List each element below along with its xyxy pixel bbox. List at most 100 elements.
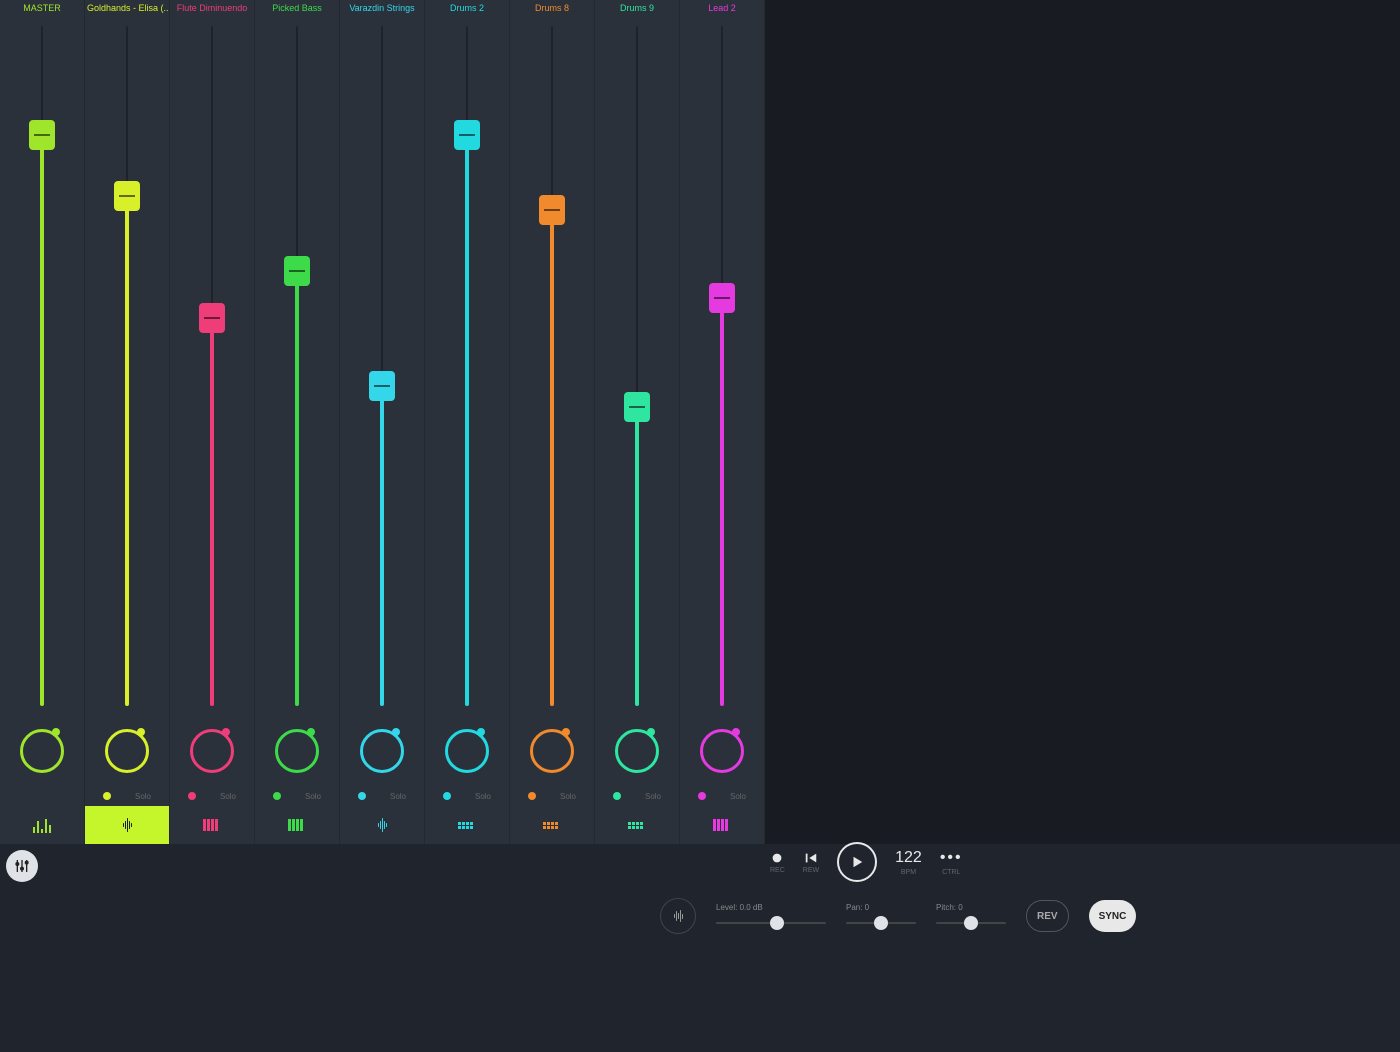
channel-type-button[interactable] xyxy=(680,806,764,844)
solo-toggle[interactable]: Solo xyxy=(135,792,151,801)
pan-knob[interactable] xyxy=(360,729,404,773)
fader-handle[interactable] xyxy=(114,181,140,211)
level-slider[interactable] xyxy=(716,916,826,930)
channel-name[interactable]: Picked Bass xyxy=(255,0,339,16)
wave-icon xyxy=(372,818,392,832)
pan-knob[interactable] xyxy=(530,729,574,773)
fader-handle[interactable] xyxy=(29,120,55,150)
channel-type-button[interactable] xyxy=(85,806,169,844)
volume-fader[interactable] xyxy=(680,16,764,716)
channel-type-button[interactable] xyxy=(425,806,509,844)
channel-name[interactable]: Lead 2 xyxy=(680,0,764,16)
transport-bar: REC REW 122 BPM ••• CTRL xyxy=(0,844,1400,1052)
mute-toggle[interactable] xyxy=(103,792,111,800)
channel-strip: Goldhands - Elisa (...ocal) Solo xyxy=(85,0,170,844)
volume-fader[interactable] xyxy=(170,16,254,716)
channel-type-button[interactable] xyxy=(340,806,424,844)
sliders-icon xyxy=(14,858,30,874)
levels-icon xyxy=(32,817,52,833)
bpm-label: BPM xyxy=(901,869,916,876)
rewind-button[interactable]: REW xyxy=(803,851,819,874)
rewind-label: REW xyxy=(803,867,819,874)
fader-handle[interactable] xyxy=(284,256,310,286)
pan-label: Pan: 0 xyxy=(846,903,869,912)
mute-solo-row: Solo xyxy=(595,786,679,806)
fader-handle[interactable] xyxy=(369,371,395,401)
channel-name[interactable]: Drums 2 xyxy=(425,0,509,16)
volume-fader[interactable] xyxy=(255,16,339,716)
pan-knob[interactable] xyxy=(615,729,659,773)
reverse-toggle[interactable]: REV xyxy=(1026,900,1069,932)
fader-handle[interactable] xyxy=(199,303,225,333)
solo-toggle[interactable]: Solo xyxy=(220,792,236,801)
pan-slider-group: Pan: 0 xyxy=(846,903,916,930)
volume-fader[interactable] xyxy=(340,16,424,716)
fader-handle[interactable] xyxy=(454,120,480,150)
mute-toggle[interactable] xyxy=(528,792,536,800)
pan-knob[interactable] xyxy=(190,729,234,773)
mute-toggle[interactable] xyxy=(698,792,706,800)
ctrl-menu-button[interactable]: ••• CTRL xyxy=(940,849,963,876)
bpm-value: 122 xyxy=(895,849,922,867)
pitch-label: Pitch: 0 xyxy=(936,903,963,912)
solo-toggle[interactable]: Solo xyxy=(390,792,406,801)
solo-toggle[interactable]: Solo xyxy=(645,792,661,801)
channel-name[interactable]: Drums 8 xyxy=(510,0,594,16)
solo-toggle[interactable]: Solo xyxy=(475,792,491,801)
solo-toggle[interactable]: Solo xyxy=(730,792,746,801)
pan-knob[interactable] xyxy=(275,729,319,773)
record-icon xyxy=(770,851,784,865)
knob-indicator xyxy=(52,728,60,736)
transport-controls: REC REW 122 BPM ••• CTRL xyxy=(770,842,963,882)
fader-handle[interactable] xyxy=(539,195,565,225)
channel-type-button[interactable] xyxy=(595,806,679,844)
channel-type-button[interactable] xyxy=(255,806,339,844)
solo-toggle[interactable]: Solo xyxy=(305,792,321,801)
channel-name[interactable]: Flute Diminuendo xyxy=(170,0,254,16)
channel-name[interactable]: Goldhands - Elisa (...ocal) xyxy=(85,0,169,16)
fader-handle[interactable] xyxy=(709,283,735,313)
record-button[interactable]: REC xyxy=(770,851,785,874)
mute-toggle[interactable] xyxy=(613,792,621,800)
empty-mixer-area xyxy=(765,0,1400,844)
mute-solo-row: Solo xyxy=(85,786,169,806)
pan-knob[interactable] xyxy=(105,729,149,773)
knob-indicator xyxy=(732,728,740,736)
pan-slider[interactable] xyxy=(846,916,916,930)
wave-icon xyxy=(668,910,688,922)
volume-fader[interactable] xyxy=(85,16,169,716)
channel-name[interactable]: Drums 9 xyxy=(595,0,679,16)
sync-toggle[interactable]: SYNC xyxy=(1089,900,1137,932)
volume-fader[interactable] xyxy=(595,16,679,716)
channel-strip: Flute Diminuendo Solo xyxy=(170,0,255,844)
channel-name[interactable]: Varazdin Strings xyxy=(340,0,424,16)
channel-type-button[interactable] xyxy=(0,806,84,844)
volume-fader[interactable] xyxy=(510,16,594,716)
channel-type-button[interactable] xyxy=(510,806,594,844)
channel-strip: Drums 9 Solo xyxy=(595,0,680,844)
mute-toggle[interactable] xyxy=(188,792,196,800)
mute-solo-row: Solo xyxy=(340,786,424,806)
pitch-slider[interactable] xyxy=(936,916,1006,930)
volume-fader[interactable] xyxy=(0,16,84,716)
pan-knob[interactable] xyxy=(20,729,64,773)
mute-solo-row: Solo xyxy=(170,786,254,806)
sample-preview-button[interactable] xyxy=(660,898,696,934)
mute-toggle[interactable] xyxy=(358,792,366,800)
volume-fader[interactable] xyxy=(425,16,509,716)
pan-knob[interactable] xyxy=(445,729,489,773)
record-label: REC xyxy=(770,867,785,874)
channel-type-button[interactable] xyxy=(170,806,254,844)
mixer-settings-button[interactable] xyxy=(6,850,38,882)
level-label: Level: 0.0 dB xyxy=(716,903,763,912)
solo-toggle[interactable]: Solo xyxy=(560,792,576,801)
channel-strip: Drums 2 Solo xyxy=(425,0,510,844)
channel-name[interactable]: MASTER xyxy=(0,0,84,16)
bpm-display[interactable]: 122 BPM xyxy=(895,849,922,876)
fader-handle[interactable] xyxy=(624,392,650,422)
knob-indicator xyxy=(392,728,400,736)
mute-toggle[interactable] xyxy=(443,792,451,800)
pan-knob[interactable] xyxy=(700,729,744,773)
play-button[interactable] xyxy=(837,842,877,882)
mute-toggle[interactable] xyxy=(273,792,281,800)
